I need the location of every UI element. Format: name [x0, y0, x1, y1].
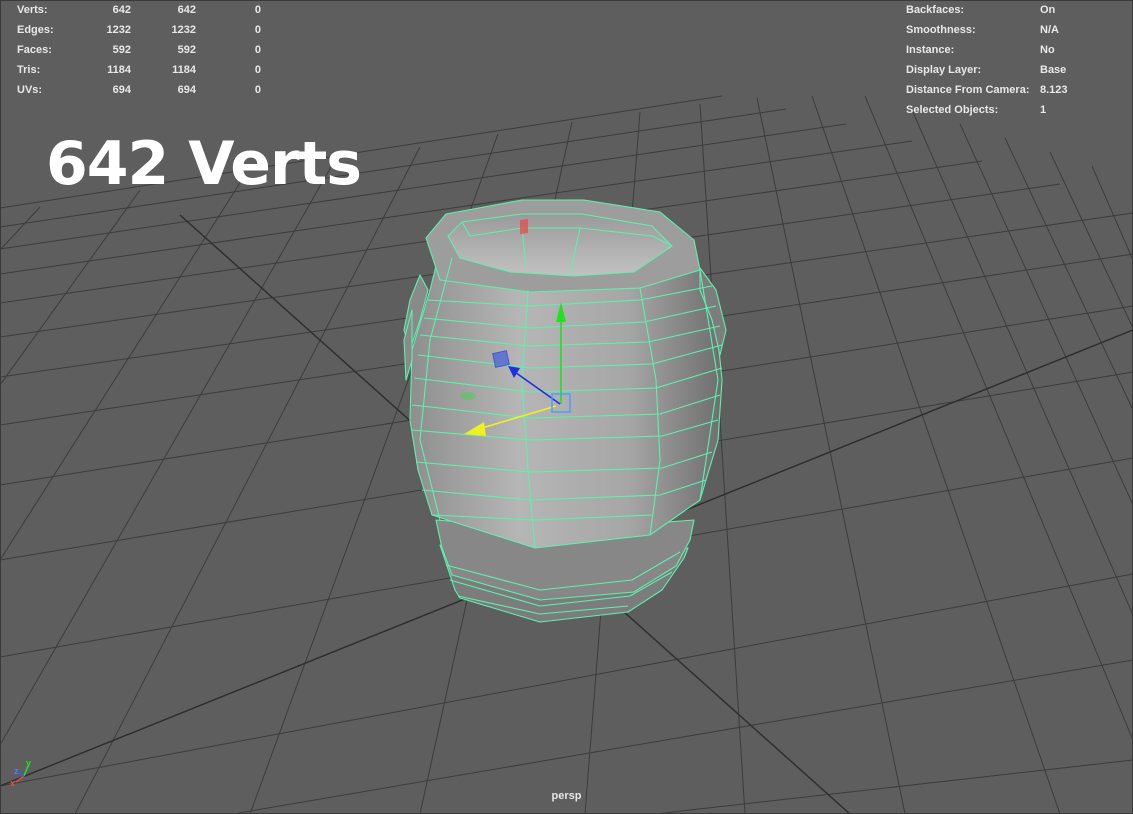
hud-value: 1232 [106, 24, 131, 36]
hud-value: 0 [254, 84, 261, 96]
perspective-viewport[interactable]: y z x Verts: 642 642 0 Edges: 1232 1232 … [0, 0, 1133, 814]
hud-label: Backfaces: [906, 4, 965, 16]
axis-label-y: y [26, 758, 32, 768]
hud-value: 642 [112, 4, 131, 16]
hud-label: Edges: [17, 24, 54, 36]
hud-label: Faces: [17, 44, 52, 56]
hud-value: No [1040, 44, 1055, 56]
vert-count-overlay-title: 642 Verts [46, 129, 362, 199]
hud-value: 694 [177, 84, 196, 96]
hud-label: Smoothness: [906, 24, 976, 36]
viewport-scene [0, 95, 1133, 814]
hud-label: UVs: [17, 84, 43, 96]
hud-label: Distance From Camera: [906, 84, 1030, 96]
hud-value: 1184 [172, 64, 196, 76]
hud-value: 0 [254, 24, 261, 36]
hud-value: 0 [254, 64, 261, 76]
axis-label-x: x [10, 778, 16, 788]
hud-value: 1 [1040, 104, 1047, 116]
hud-label: Instance: [906, 44, 955, 56]
hud-value: On [1040, 4, 1056, 16]
hud-value: 1184 [107, 64, 131, 76]
hud-value: 642 [177, 4, 196, 16]
hud-label: Verts: [17, 4, 48, 16]
hud-value: 592 [112, 44, 131, 56]
hud-label: Display Layer: [906, 64, 982, 76]
hud-value: 8.123 [1040, 84, 1068, 96]
hud-value: 694 [112, 84, 131, 96]
barrel-mesh[interactable] [403, 199, 727, 623]
camera-name-label: persp [551, 790, 582, 802]
hud-value: Base [1040, 64, 1067, 76]
hud-value: 592 [177, 44, 196, 56]
hud-value: 0 [254, 44, 261, 56]
axis-label-z: z [14, 766, 19, 776]
hud-label: Selected Objects: [906, 104, 999, 116]
hud-value: N/A [1040, 24, 1059, 36]
hud-value: 0 [254, 4, 261, 16]
hud-label: Tris: [17, 64, 41, 76]
hud-value: 1232 [171, 24, 196, 36]
